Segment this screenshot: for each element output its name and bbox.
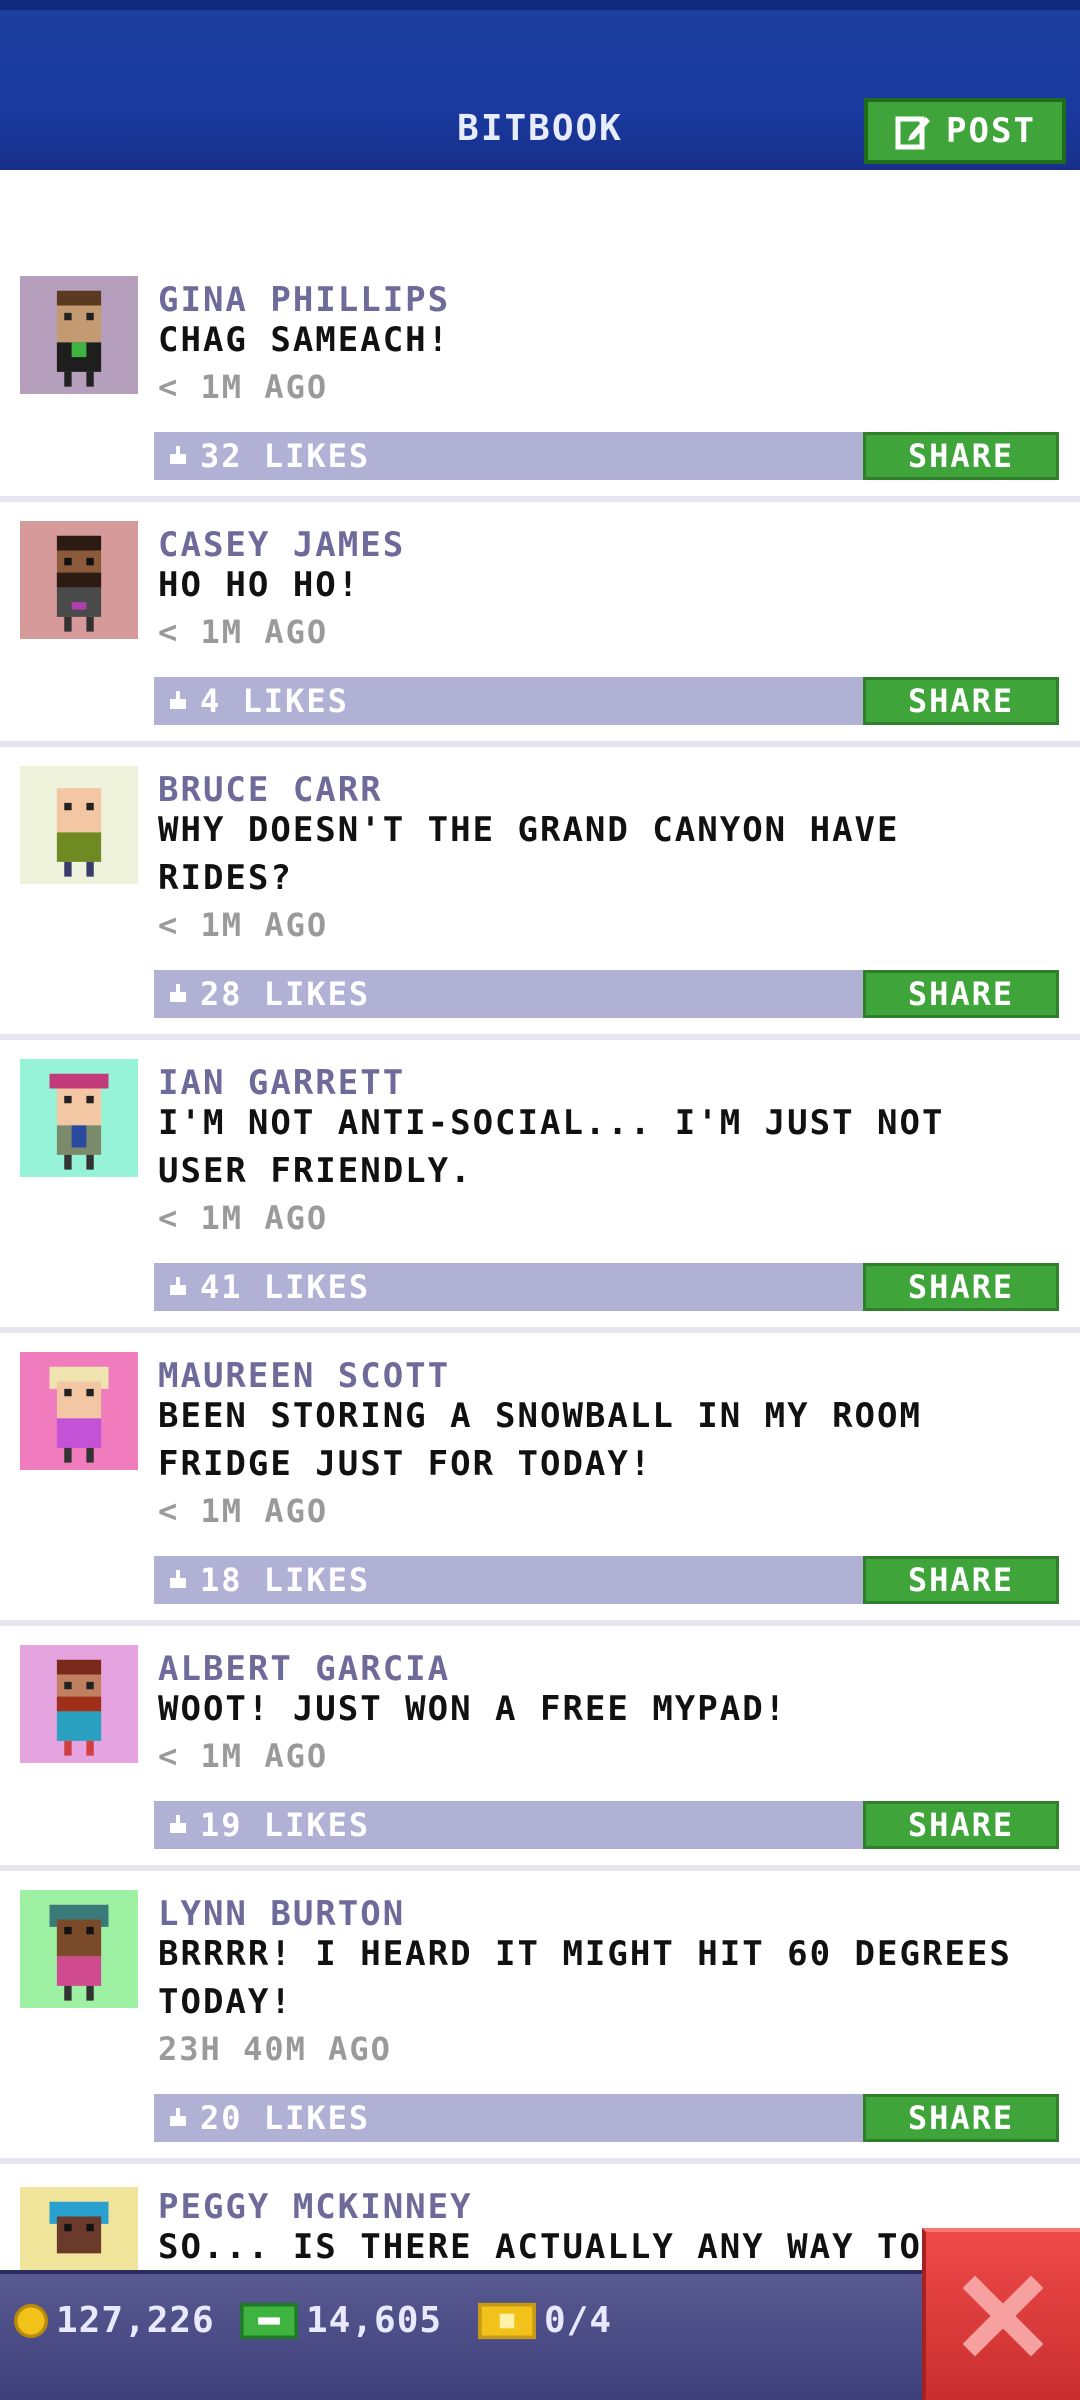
tickets-count: 0/4 xyxy=(544,2300,613,2341)
thumbs-up-icon xyxy=(170,446,186,464)
post-text: BRRRR! I HEARD IT MIGHT HIT 60 DEGREES T… xyxy=(158,1934,1012,2022)
likes-bar[interactable]: 32 LIKES xyxy=(154,432,863,480)
likes-bar[interactable]: 4 LIKES xyxy=(154,677,863,725)
avatar[interactable] xyxy=(20,1352,138,1470)
app-header: BITBOOK POST xyxy=(0,0,1080,170)
post-time: < 1M AGO xyxy=(158,906,329,944)
post-time: < 1M AGO xyxy=(158,613,329,651)
share-button[interactable]: SHARE xyxy=(863,1556,1059,1604)
post-divider xyxy=(0,1865,1080,1871)
post-time: < 1M AGO xyxy=(158,1492,329,1530)
avatar[interactable] xyxy=(20,521,138,639)
thumbs-up-icon xyxy=(170,1277,186,1295)
likes-count: 32 LIKES xyxy=(200,437,371,475)
post-divider xyxy=(0,1620,1080,1626)
post-divider xyxy=(0,496,1080,502)
author-name[interactable]: ALBERT GARCIA xyxy=(158,1649,450,1689)
coins-count: 127,226 xyxy=(56,2300,215,2341)
likes-bar[interactable]: 18 LIKES xyxy=(154,1556,863,1604)
author-name[interactable]: LYNN BURTON xyxy=(158,1894,405,1934)
thumbs-up-icon xyxy=(170,691,186,709)
likes-count: 4 LIKES xyxy=(200,682,349,720)
tickets-stat: 0/4 xyxy=(478,2300,612,2341)
coin-icon xyxy=(14,2303,48,2338)
share-button[interactable]: SHARE xyxy=(863,432,1059,480)
bitizen-avatar-icon xyxy=(49,1366,109,1463)
bux-count: 14,605 xyxy=(306,2300,443,2341)
author-name[interactable]: PEGGY MCKINNEY xyxy=(158,2187,473,2227)
avatar[interactable] xyxy=(20,1059,138,1177)
share-button[interactable]: SHARE xyxy=(863,677,1059,725)
thumbs-up-icon xyxy=(170,1815,186,1833)
author-name[interactable]: BRUCE CARR xyxy=(158,770,383,810)
thumbs-up-icon xyxy=(170,984,186,1002)
bux-stat: 14,605 xyxy=(240,2300,442,2341)
post-text: CHAG SAMEACH! xyxy=(158,320,451,360)
compose-icon xyxy=(895,116,931,150)
close-button[interactable] xyxy=(922,2228,1080,2400)
post-divider xyxy=(0,2158,1080,2164)
author-name[interactable]: MAUREEN SCOTT xyxy=(158,1356,450,1396)
post-text: SO... IS THERE ACTUALLY ANY WAY TO xyxy=(158,2227,922,2267)
bitizen-avatar-icon xyxy=(49,2201,109,2254)
author-name[interactable]: CASEY JAMES xyxy=(158,525,405,565)
post-divider xyxy=(0,1327,1080,1333)
author-name[interactable]: IAN GARRETT xyxy=(158,1063,405,1103)
likes-bar[interactable]: 19 LIKES xyxy=(154,1801,863,1849)
post-text: WHY DOESN'T THE GRAND CANYON HAVE RIDES? xyxy=(158,810,900,898)
post-button[interactable]: POST xyxy=(864,98,1066,164)
bitizen-avatar-icon xyxy=(56,535,102,632)
share-button[interactable]: SHARE xyxy=(863,970,1059,1018)
likes-count: 28 LIKES xyxy=(200,975,371,1013)
post-button-label: POST xyxy=(946,111,1036,151)
avatar[interactable] xyxy=(20,276,138,394)
bitizen-avatar-icon xyxy=(49,1904,109,2001)
coins-stat: 127,226 xyxy=(14,2300,215,2341)
share-button[interactable]: SHARE xyxy=(863,1263,1059,1311)
post-text: BEEN STORING A SNOWBALL IN MY ROOM FRIDG… xyxy=(158,1396,922,1484)
author-name[interactable]: GINA PHILLIPS xyxy=(158,280,450,320)
bitizen-avatar-icon xyxy=(49,1073,109,1170)
avatar[interactable] xyxy=(20,1645,138,1763)
bitbook-feed[interactable]: GINA PHILLIPS CHAG SAMEACH! < 1M AGO 32 … xyxy=(0,170,1080,2270)
likes-bar[interactable]: 28 LIKES xyxy=(154,970,863,1018)
thumbs-up-icon xyxy=(170,2108,186,2126)
likes-count: 41 LIKES xyxy=(200,1268,371,1306)
thumbs-up-icon xyxy=(170,1570,186,1588)
likes-count: 19 LIKES xyxy=(200,1806,371,1844)
post-divider xyxy=(0,1034,1080,1040)
avatar[interactable] xyxy=(20,1890,138,2008)
avatar[interactable] xyxy=(20,2187,138,2270)
currency-bar: 127,226 14,605 0/4 xyxy=(0,2270,1080,2400)
close-icon xyxy=(963,2276,1043,2356)
post-text: WOOT! JUST WON A FREE MYPAD! xyxy=(158,1689,788,1729)
likes-bar[interactable]: 41 LIKES xyxy=(154,1263,863,1311)
bitizen-avatar-icon xyxy=(56,1659,102,1756)
bitizen-avatar-icon xyxy=(56,290,102,387)
post-time: 23H 40M AGO xyxy=(158,2030,392,2068)
share-button[interactable]: SHARE xyxy=(863,2094,1059,2142)
likes-count: 18 LIKES xyxy=(200,1561,371,1599)
post-divider xyxy=(0,741,1080,747)
bitizen-avatar-icon xyxy=(56,788,102,877)
share-button[interactable]: SHARE xyxy=(863,1801,1059,1849)
post-time: < 1M AGO xyxy=(158,368,329,406)
golden-ticket-icon xyxy=(478,2302,536,2339)
post-text: HO HO HO! xyxy=(158,565,361,605)
post-text: I'M NOT ANTI-SOCIAL... I'M JUST NOT USER… xyxy=(158,1103,945,1191)
likes-bar[interactable]: 20 LIKES xyxy=(154,2094,863,2142)
bux-icon xyxy=(240,2302,298,2339)
post-time: < 1M AGO xyxy=(158,1737,329,1775)
likes-count: 20 LIKES xyxy=(200,2099,371,2137)
post-time: < 1M AGO xyxy=(158,1199,329,1237)
avatar[interactable] xyxy=(20,766,138,884)
